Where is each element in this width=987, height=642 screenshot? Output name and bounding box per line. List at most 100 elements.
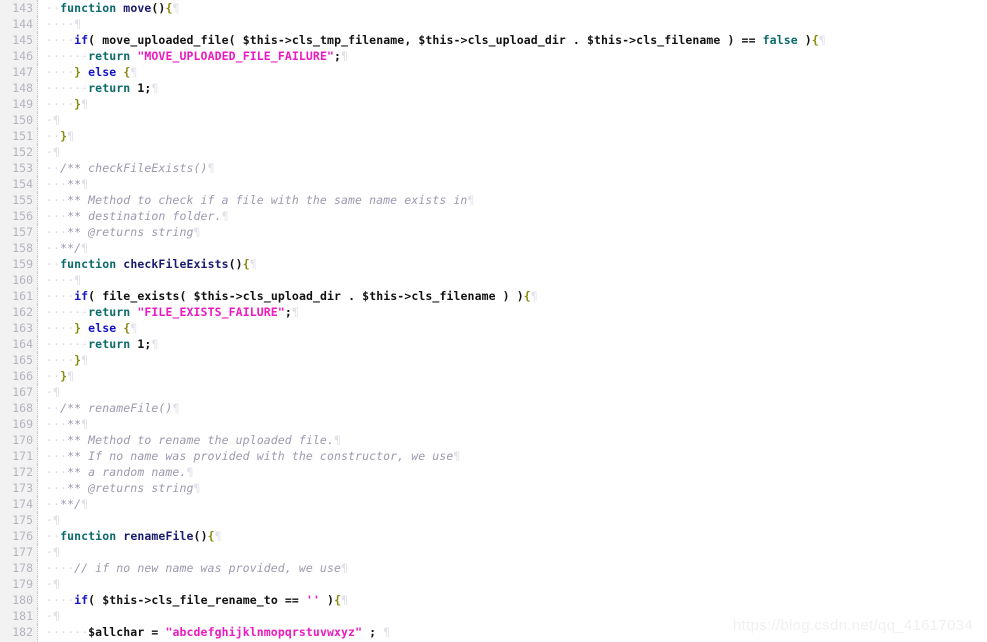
line-text[interactable]: ···** @returns string¶ (38, 224, 987, 240)
code-token: -> (622, 33, 637, 47)
code-token: { (207, 529, 215, 543)
line-text[interactable]: ·¶ (38, 512, 987, 528)
line-text[interactable]: ··/** checkFileExists()¶ (38, 160, 987, 176)
code-editor-viewport[interactable]: 143 ··function move(){¶ 144 ····¶ 145 ····if(… (0, 0, 987, 642)
code-line[interactable]: 145 ····if( move_uploaded_file( $this->cl… (0, 32, 987, 48)
code-line[interactable]: 162 ······return "FILE_EXISTS_FAILURE";¶ (0, 304, 987, 320)
code-line[interactable]: 170 ···** Method to rename the uploaded f… (0, 432, 987, 448)
code-token: return (88, 305, 131, 319)
code-line[interactable]: 164 ······return 1;¶ (0, 336, 987, 352)
code-line[interactable]: 169 ···**¶ (0, 416, 987, 432)
code-token: cls_filename (636, 33, 721, 47)
code-line[interactable]: 166 ··}¶ (0, 368, 987, 384)
code-line[interactable]: 175 ·¶ (0, 512, 987, 528)
code-token: ¶ (467, 193, 475, 207)
line-text[interactable]: ····} else {¶ (38, 64, 987, 80)
line-text[interactable]: ···**¶ (38, 416, 987, 432)
code-line[interactable]: 172 ···** a random name.¶ (0, 464, 987, 480)
line-text[interactable]: ····}¶ (38, 352, 987, 368)
code-token: () (151, 1, 166, 15)
code-line[interactable]: 179 ·¶ (0, 576, 987, 592)
line-text[interactable]: ···** a random name.¶ (38, 464, 987, 480)
code-line[interactable]: 152 ·¶ (0, 144, 987, 160)
line-text[interactable]: ···** @returns string¶ (38, 480, 987, 496)
line-text[interactable]: ··function renameFile(){¶ (38, 528, 987, 544)
code-line[interactable]: 174 ··**/¶ (0, 496, 987, 512)
code-line[interactable]: 161 ····if( file_exists( $this->cls_uploa… (0, 288, 987, 304)
line-text[interactable]: ····// if no new name was provided, we u… (38, 560, 987, 576)
line-text[interactable]: ·¶ (38, 112, 987, 128)
code-line[interactable]: 144 ····¶ (0, 16, 987, 32)
code-line[interactable]: 146 ······return "MOVE_UPLOADED_FILE_FAIL… (0, 48, 987, 64)
code-token: () (193, 529, 208, 543)
code-line[interactable]: 159 ··function checkFileExists(){¶ (0, 256, 987, 272)
code-line[interactable]: 154 ···**¶ (0, 176, 987, 192)
code-line[interactable]: 143 ··function move(){¶ (0, 0, 987, 16)
code-line[interactable]: 178 ····// if no new name was provided, w… (0, 560, 987, 576)
source-code-listing[interactable]: 143 ··function move(){¶ 144 ····¶ 145 ····if(… (0, 0, 987, 640)
code-line[interactable]: 156 ···** destination folder.¶ (0, 208, 987, 224)
code-line[interactable]: 168 ··/** renameFile()¶ (0, 400, 987, 416)
line-text[interactable]: ·¶ (38, 384, 987, 400)
code-line[interactable]: 158 ··**/¶ (0, 240, 987, 256)
code-line[interactable]: 173 ···** @returns string¶ (0, 480, 987, 496)
code-token: cls_filename (411, 289, 496, 303)
code-token: ······ (46, 305, 89, 319)
line-text[interactable]: ····} else {¶ (38, 320, 987, 336)
code-line[interactable]: 160 ····¶ (0, 272, 987, 288)
code-line[interactable]: 180 ····if( $this->cls_file_rename_to == … (0, 592, 987, 608)
line-number: 173 (0, 480, 38, 496)
code-line[interactable]: 163 ····} else {¶ (0, 320, 987, 336)
line-text[interactable]: ·¶ (38, 544, 987, 560)
code-line[interactable]: 177 ·¶ (0, 544, 987, 560)
line-text[interactable]: ···** destination folder.¶ (38, 208, 987, 224)
line-text[interactable]: ··function checkFileExists(){¶ (38, 256, 987, 272)
line-text[interactable]: ······return "MOVE_UPLOADED_FILE_FAILURE… (38, 48, 987, 64)
code-line[interactable]: 157 ···** @returns string¶ (0, 224, 987, 240)
line-text[interactable]: ······return "FILE_EXISTS_FAILURE";¶ (38, 304, 987, 320)
code-line[interactable]: 151 ··}¶ (0, 128, 987, 144)
blog-watermark: https://blog.csdn.net/qq_41617034 (732, 617, 973, 634)
code-token: ··· (46, 433, 68, 447)
code-line[interactable]: 176 ··function renameFile(){¶ (0, 528, 987, 544)
line-text[interactable]: ··**/¶ (38, 240, 987, 256)
code-token: renameFile (123, 529, 194, 543)
line-text[interactable]: ······return 1;¶ (38, 80, 987, 96)
code-token: ** Method to check if a file with the sa… (67, 193, 468, 207)
code-token: ······ (46, 49, 89, 63)
code-token: ¶ (333, 433, 342, 447)
line-text[interactable]: ···** If no name was provided with the c… (38, 448, 987, 464)
line-text[interactable]: ··function move(){¶ (38, 0, 987, 16)
line-text[interactable]: ··**/¶ (38, 496, 987, 512)
line-text[interactable]: ···**¶ (38, 176, 987, 192)
line-text[interactable]: ··}¶ (38, 128, 987, 144)
line-text[interactable]: ···** Method to check if a file with the… (38, 192, 987, 208)
code-token: if (74, 33, 89, 47)
line-text[interactable]: ··/** renameFile()¶ (38, 400, 987, 416)
code-line[interactable]: 171 ···** If no name was provided with th… (0, 448, 987, 464)
code-line[interactable]: 165 ····}¶ (0, 352, 987, 368)
line-number: 170 (0, 432, 38, 448)
code-token: ¶ (53, 113, 61, 127)
code-line[interactable]: 147 ····} else {¶ (0, 64, 987, 80)
line-text[interactable]: ····}¶ (38, 96, 987, 112)
code-line[interactable]: 148 ······return 1;¶ (0, 80, 987, 96)
line-text[interactable]: ·¶ (38, 144, 987, 160)
line-number: 177 (0, 544, 38, 560)
line-text[interactable]: ····if( $this->cls_file_rename_to == '' … (38, 592, 987, 608)
line-text[interactable]: ····if( move_uploaded_file( $this->cls_t… (38, 32, 987, 48)
code-line[interactable]: 149 ····}¶ (0, 96, 987, 112)
code-token: ¶ (53, 513, 61, 527)
line-text[interactable]: ····if( file_exists( $this->cls_upload_d… (38, 288, 987, 304)
line-text[interactable]: ····¶ (38, 16, 987, 32)
line-text[interactable]: ····¶ (38, 272, 987, 288)
line-text[interactable]: ······return 1;¶ (38, 336, 987, 352)
code-line[interactable]: 167 ·¶ (0, 384, 987, 400)
line-text[interactable]: ·¶ (38, 576, 987, 592)
line-text[interactable]: ···** Method to rename the uploaded file… (38, 432, 987, 448)
code-line[interactable]: 155 ···** Method to check if a file with … (0, 192, 987, 208)
line-text[interactable]: ··}¶ (38, 368, 987, 384)
code-line[interactable]: 150 ·¶ (0, 112, 987, 128)
code-token: ¶ (81, 97, 89, 111)
code-line[interactable]: 153 ··/** checkFileExists()¶ (0, 160, 987, 176)
